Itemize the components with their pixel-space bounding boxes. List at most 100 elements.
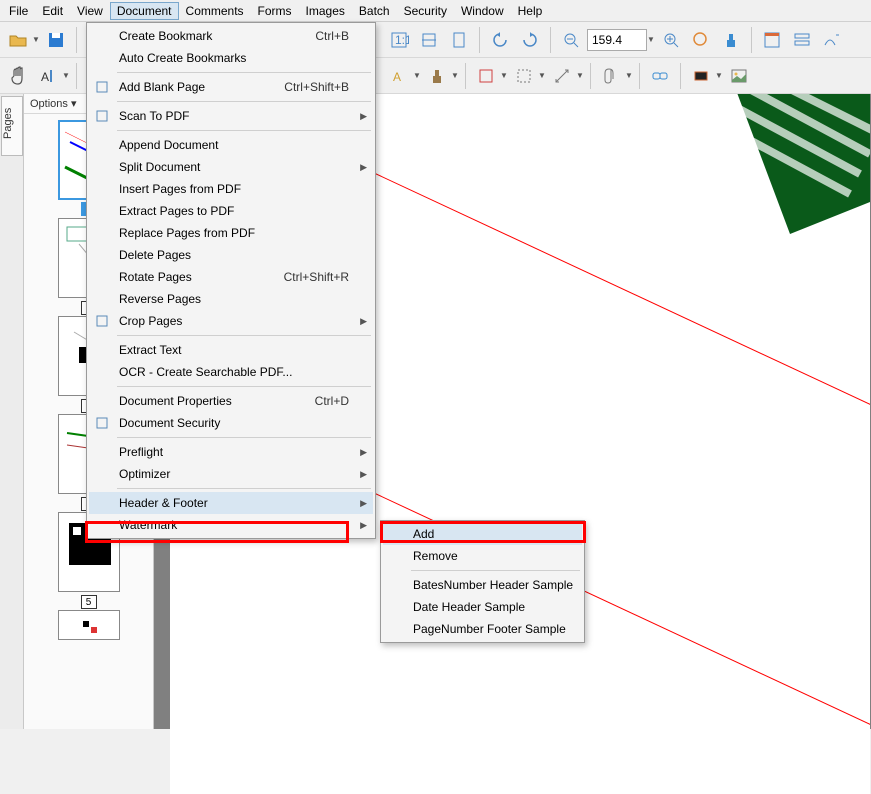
menu-shortcut: Ctrl+D — [291, 394, 349, 408]
open-dropdown-icon[interactable]: ▼ — [32, 35, 40, 44]
menu-item[interactable]: BatesNumber Header Sample — [383, 574, 582, 596]
fit-width-button[interactable] — [415, 26, 443, 54]
menu-item-label: Append Document — [119, 138, 218, 152]
rotate-ccw-button[interactable] — [486, 26, 514, 54]
menu-edit[interactable]: Edit — [35, 2, 70, 20]
menu-security[interactable]: Security — [397, 2, 454, 20]
menu-item-label: Preflight — [119, 445, 163, 459]
form-fields-button[interactable] — [788, 26, 816, 54]
hand-tool-button[interactable] — [4, 62, 32, 90]
annot-stamp-button[interactable] — [423, 62, 451, 90]
annot-measure-button[interactable] — [548, 62, 576, 90]
menu-item[interactable]: Create BookmarkCtrl+B — [89, 25, 373, 47]
dropdown-icon[interactable]: ▼ — [451, 71, 459, 80]
zoom-value[interactable]: 159.4 — [587, 29, 647, 51]
menu-item[interactable]: Append Document — [89, 134, 373, 156]
open-button[interactable] — [4, 26, 32, 54]
text-select-button[interactable]: A — [34, 62, 62, 90]
menu-item[interactable]: Remove — [383, 545, 582, 567]
menu-item[interactable]: Watermark▶ — [89, 514, 373, 536]
menu-shortcut: Ctrl+Shift+R — [260, 270, 349, 284]
menu-item[interactable]: Scan To PDF▶ — [89, 105, 373, 127]
menu-item[interactable]: Preflight▶ — [89, 441, 373, 463]
svg-text:A: A — [393, 70, 401, 84]
menu-document[interactable]: Document — [110, 2, 179, 20]
page-thumbnail[interactable] — [58, 610, 120, 640]
fit-page-button[interactable] — [445, 26, 473, 54]
menu-item[interactable]: Header & Footer▶ — [89, 492, 373, 514]
annot-area-button[interactable] — [510, 62, 538, 90]
toolbar-separator — [590, 63, 591, 89]
menu-item[interactable]: Replace Pages from PDF — [89, 222, 373, 244]
menu-item[interactable]: Document PropertiesCtrl+D — [89, 390, 373, 412]
rotate-cw-button[interactable] — [516, 26, 544, 54]
dropdown-icon[interactable]: ▼ — [413, 71, 421, 80]
pages-tab[interactable]: Pages — [1, 96, 23, 156]
save-button[interactable] — [42, 26, 70, 54]
annot-redact-button[interactable] — [687, 62, 715, 90]
menu-item[interactable]: Split Document ▶ — [89, 156, 373, 178]
dropdown-icon[interactable]: ▼ — [625, 71, 633, 80]
menu-item-label: Delete Pages — [119, 248, 191, 262]
menu-item-label: Insert Pages from PDF — [119, 182, 241, 196]
submenu-arrow-icon: ▶ — [360, 520, 367, 531]
dropdown-icon[interactable]: ▼ — [538, 71, 546, 80]
scanner-icon — [93, 107, 111, 125]
toolbar-separator — [751, 27, 752, 53]
toolbar-separator — [465, 63, 466, 89]
menu-help[interactable]: Help — [511, 2, 550, 20]
annot-link-button[interactable] — [646, 62, 674, 90]
menu-separator — [411, 570, 580, 571]
menu-separator — [117, 130, 371, 131]
dropdown-icon[interactable]: ▼ — [500, 71, 508, 80]
zoom-dropdown-icon[interactable]: ▼ — [647, 35, 655, 44]
fit-actual-button[interactable]: 1:1 — [385, 26, 413, 54]
submenu-arrow-icon: ▶ — [360, 162, 367, 173]
annot-shape-button[interactable] — [472, 62, 500, 90]
menu-item[interactable]: PageNumber Footer Sample — [383, 618, 582, 640]
header-footer-button[interactable] — [758, 26, 786, 54]
annot-attach-button[interactable] — [597, 62, 625, 90]
menu-item[interactable]: Auto Create Bookmarks — [89, 47, 373, 69]
toolbar-separator — [550, 27, 551, 53]
menu-item-label: Document Security — [119, 416, 220, 430]
menu-forms[interactable]: Forms — [251, 2, 299, 20]
menu-file[interactable]: File — [2, 2, 35, 20]
annot-text-button[interactable]: A — [385, 62, 413, 90]
menu-item[interactable]: Add Blank PageCtrl+Shift+B — [89, 76, 373, 98]
menu-item[interactable]: Rotate PagesCtrl+Shift+R — [89, 266, 373, 288]
blank-page-icon — [93, 78, 111, 96]
menu-item[interactable]: Delete Pages — [89, 244, 373, 266]
menu-item[interactable]: Insert Pages from PDF — [89, 178, 373, 200]
loupe-button[interactable] — [687, 26, 715, 54]
menu-item-label: Extract Pages to PDF — [119, 204, 234, 218]
zoom-in-button[interactable] — [657, 26, 685, 54]
menu-item-label: Reverse Pages — [119, 292, 201, 306]
menu-item-label: Split Document — [119, 160, 200, 174]
menu-window[interactable]: Window — [454, 2, 511, 20]
menu-item[interactable]: Date Header Sample — [383, 596, 582, 618]
submenu-arrow-icon: ▶ — [360, 469, 367, 480]
menu-shortcut: Ctrl+B — [291, 29, 349, 43]
text-select-dropdown-icon[interactable]: ▼ — [62, 71, 70, 80]
menu-images[interactable]: Images — [299, 2, 352, 20]
menu-comments[interactable]: Comments — [179, 2, 251, 20]
menu-item[interactable]: Document Security — [89, 412, 373, 434]
menu-item[interactable]: Extract Text — [89, 339, 373, 361]
menu-view[interactable]: View — [70, 2, 110, 20]
menu-item[interactable]: Extract Pages to PDF — [89, 200, 373, 222]
menu-item[interactable]: Optimizer▶ — [89, 463, 373, 485]
menu-item[interactable]: Add — [383, 523, 582, 545]
dropdown-icon[interactable]: ▼ — [715, 71, 723, 80]
menu-item-label: BatesNumber Header Sample — [413, 578, 573, 592]
annot-image-button[interactable] — [725, 62, 753, 90]
sign-button[interactable] — [818, 26, 846, 54]
menu-item[interactable]: OCR - Create Searchable PDF... — [89, 361, 373, 383]
zoom-out-button[interactable] — [557, 26, 585, 54]
stamp-button[interactable] — [717, 26, 745, 54]
lock-icon — [93, 414, 111, 432]
dropdown-icon[interactable]: ▼ — [576, 71, 584, 80]
menu-item[interactable]: Crop Pages▶ — [89, 310, 373, 332]
menu-batch[interactable]: Batch — [352, 2, 397, 20]
menu-item[interactable]: Reverse Pages — [89, 288, 373, 310]
